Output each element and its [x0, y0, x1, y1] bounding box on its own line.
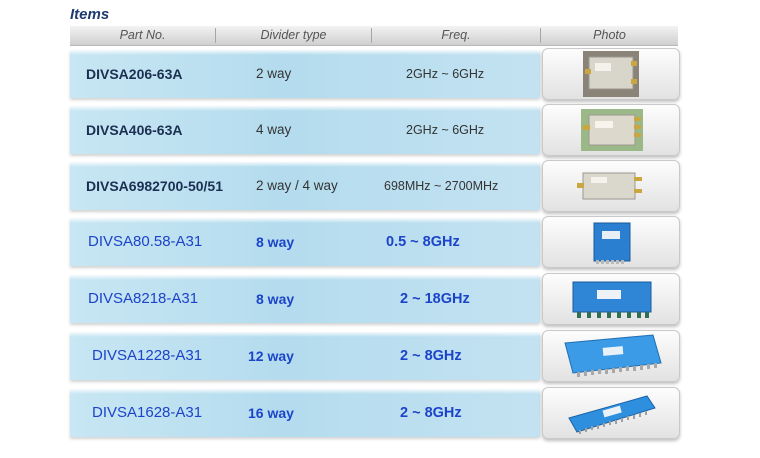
table-row: DIVSA1228-A31 12 way 2 ~ 8GHz	[70, 332, 540, 380]
splitter-8way-image	[593, 222, 631, 264]
part-number: DIVSA6982700-50/51	[86, 178, 223, 194]
table-header: Part No. Divider type Freq. Photo	[70, 26, 678, 46]
divider-type: 2 way / 4 way	[256, 178, 338, 193]
part-number: DIVSA8218-A31	[88, 290, 199, 307]
table-row: DIVSA6982700-50/51 2 way / 4 way 698MHz …	[70, 162, 540, 210]
table-row: DIVSA1628-A31 16 way 2 ~ 8GHz	[70, 389, 540, 437]
part-number: DIVSA80.58-A31	[88, 233, 203, 250]
splitter-12way-image	[564, 334, 662, 377]
divider-type: 16 way	[248, 405, 294, 421]
product-photo	[542, 48, 680, 100]
splitter-16way-image	[568, 395, 656, 434]
header-part-no: Part No.	[119, 28, 166, 42]
divider-type: 2 way	[256, 66, 292, 81]
product-photo	[542, 330, 680, 382]
part-number: DIVSA406-63A	[86, 122, 183, 138]
splitter-4way-image	[581, 109, 643, 151]
table-row: DIVSA406-63A 4 way 2GHz ~ 6GHz	[70, 106, 540, 154]
table-row: DIVSA206-63A 2 way 2GHz ~ 6GHz	[70, 50, 540, 98]
part-number: DIVSA1228-A31	[92, 347, 203, 364]
frequency-range: 2 ~ 8GHz	[400, 405, 462, 421]
header-freq: Freq.	[441, 28, 471, 42]
frequency-range: 2 ~ 8GHz	[400, 348, 462, 364]
product-photo	[542, 160, 680, 212]
splitter-8way-wide-image	[572, 281, 652, 318]
divider-type: 4 way	[256, 122, 292, 137]
section-title: Items	[70, 6, 110, 23]
frequency-range: 2 ~ 18GHz	[400, 291, 470, 307]
part-number: DIVSA206-63A	[86, 66, 183, 82]
product-photo	[542, 387, 680, 439]
divider-type: 8 way	[256, 234, 295, 250]
table-row: DIVSA8218-A31 8 way 2 ~ 18GHz	[70, 275, 540, 323]
frequency-range: 0.5 ~ 8GHz	[386, 234, 460, 250]
header-divider-type: Divider type	[260, 28, 327, 42]
table-row: DIVSA80.58-A31 8 way 0.5 ~ 8GHz	[70, 218, 540, 266]
frequency-range: 2GHz ~ 6GHz	[406, 67, 485, 81]
divider-type: 12 way	[248, 348, 294, 364]
frequency-range: 698MHz ~ 2700MHz	[384, 179, 499, 193]
product-photo	[542, 216, 680, 268]
product-photo	[542, 104, 680, 156]
header-photo: Photo	[593, 28, 626, 42]
divider-type: 8 way	[256, 291, 295, 307]
frequency-range: 2GHz ~ 6GHz	[406, 123, 485, 137]
product-photo	[542, 273, 680, 325]
splitter-2way-image	[583, 51, 639, 97]
part-number: DIVSA1628-A31	[92, 404, 203, 421]
splitter-2way-4way-image	[577, 172, 642, 200]
